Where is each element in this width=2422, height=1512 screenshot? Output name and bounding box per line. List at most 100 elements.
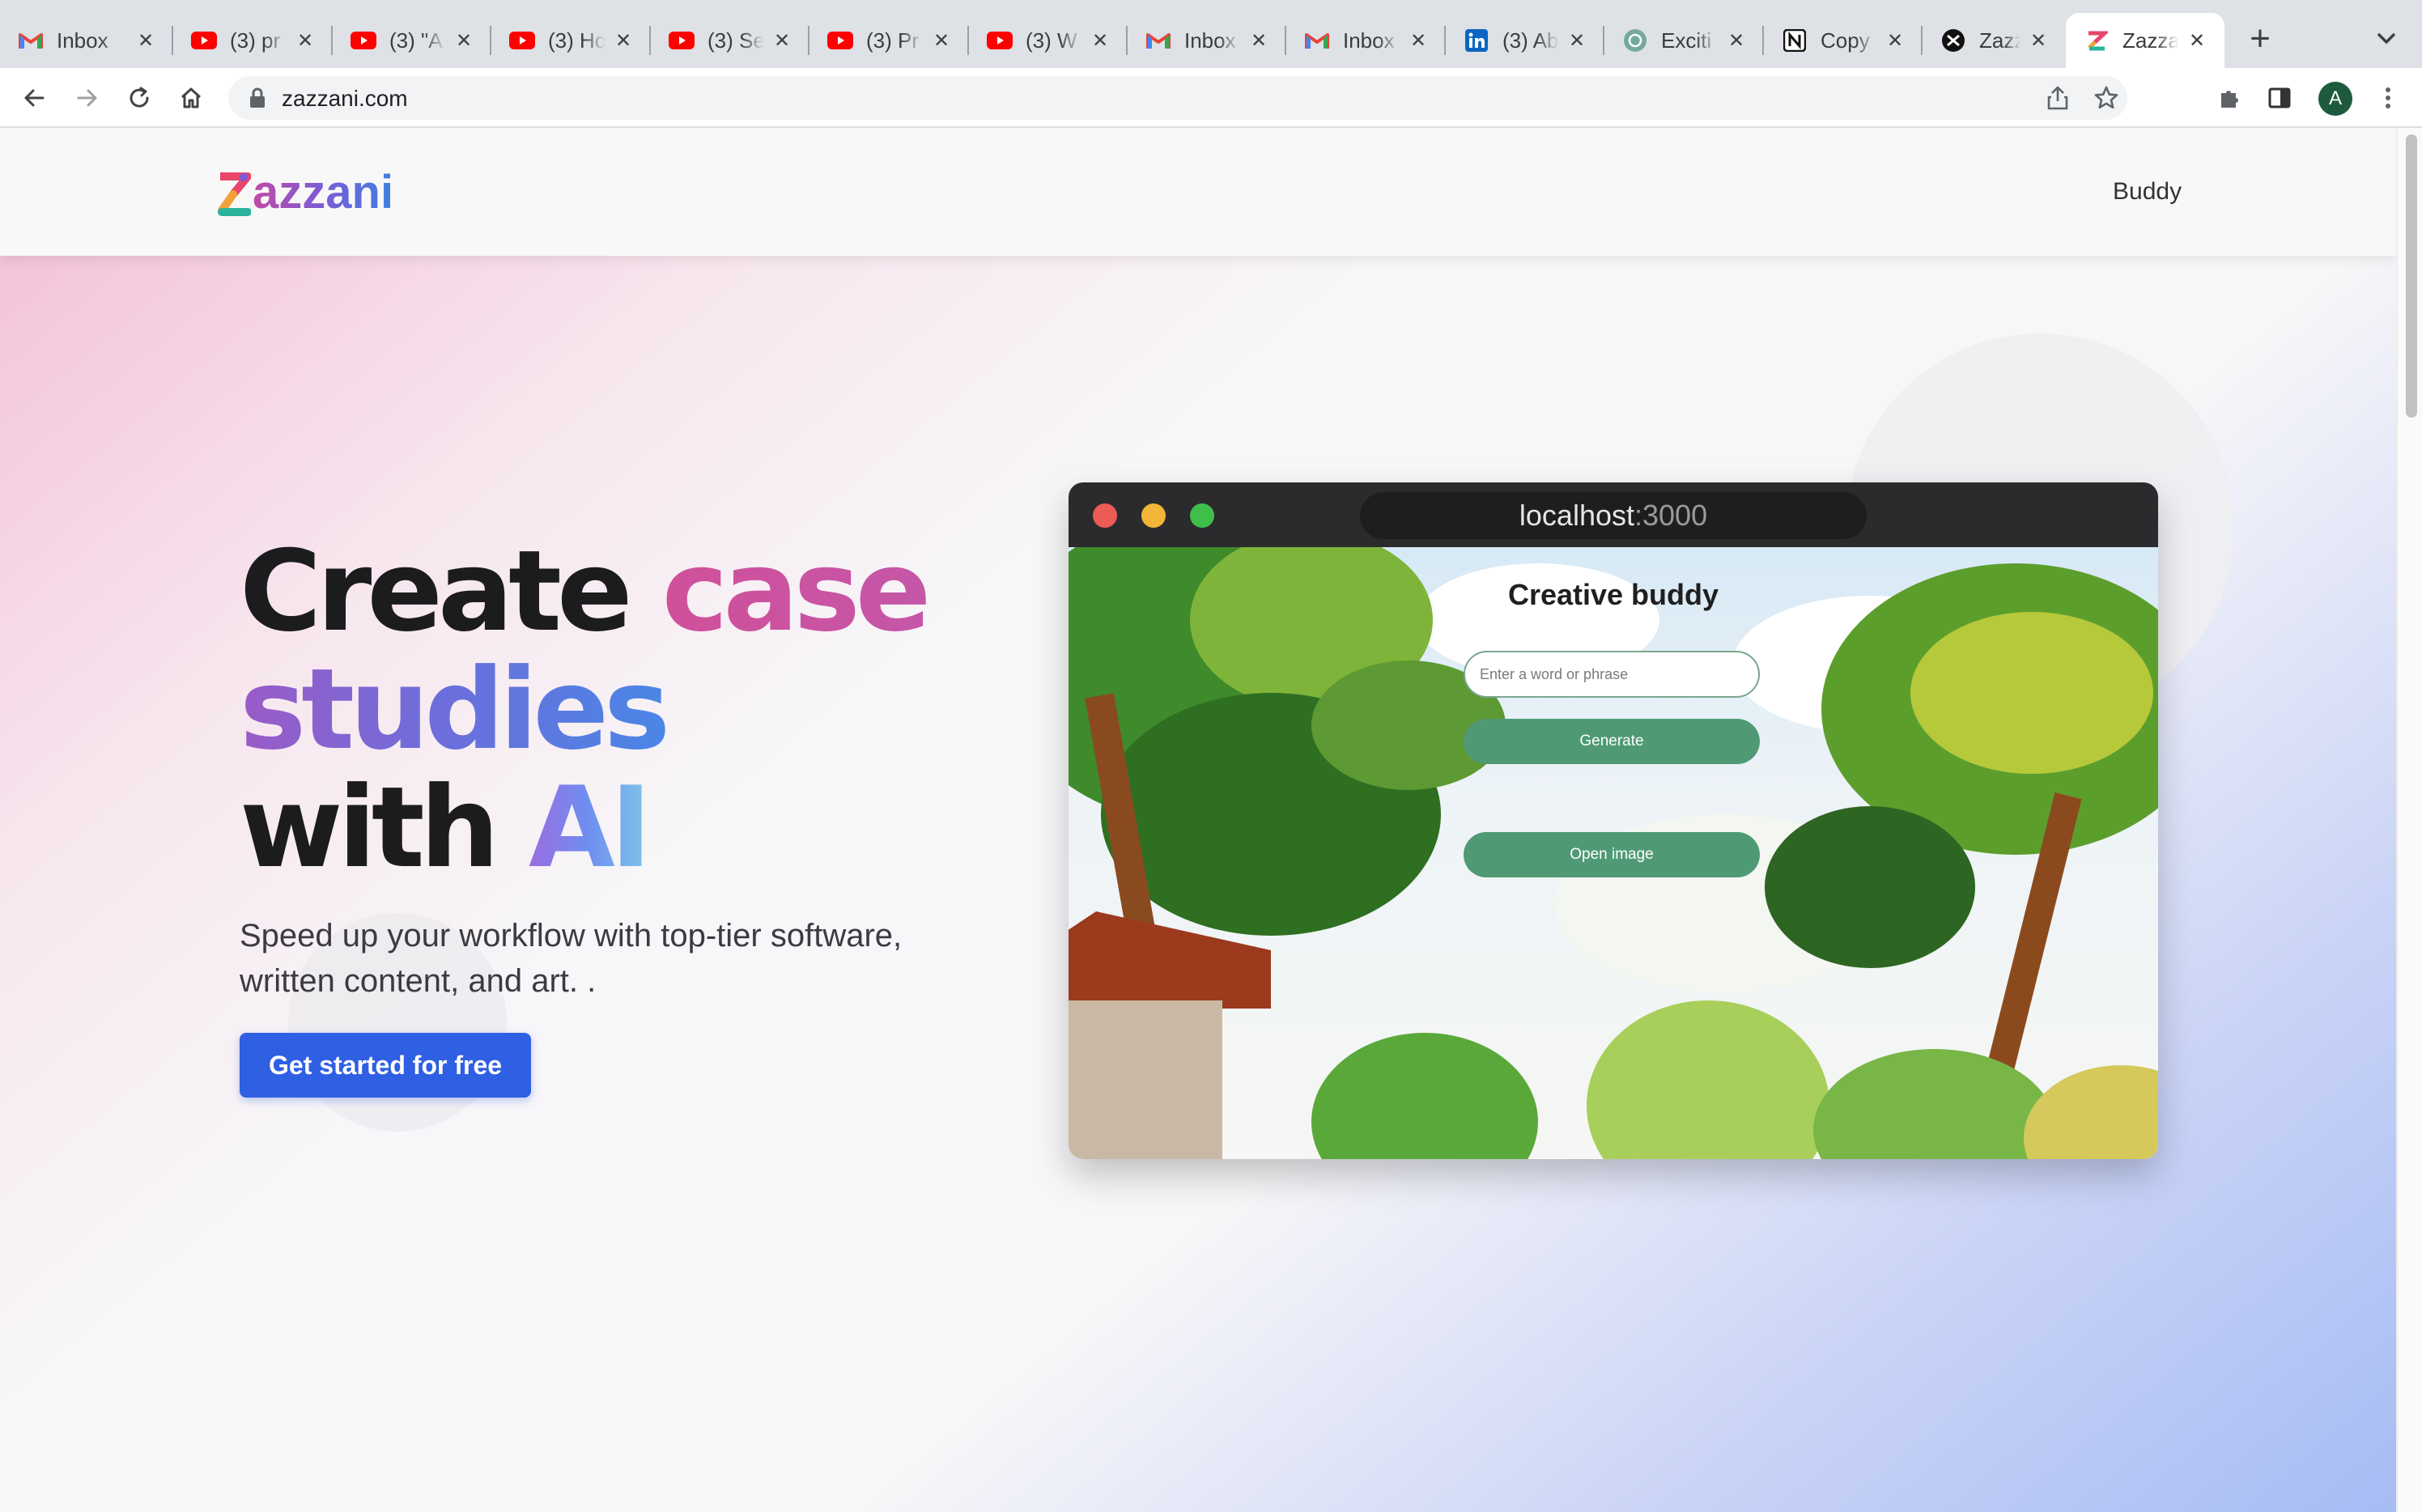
gmail-icon — [18, 28, 44, 53]
tab-title: (3) Pr — [866, 28, 919, 53]
app-preview-window: localhost:3000 Creative buddy Enter a wo… — [1069, 482, 2158, 1159]
hero-word-create: Create — [240, 526, 633, 656]
browser-tab[interactable]: Inbox ✕ — [1128, 13, 1286, 68]
browser-tab[interactable]: (3) Ho ✕ — [491, 13, 651, 68]
tab-close-icon[interactable]: ✕ — [1725, 29, 1748, 52]
home-icon[interactable] — [175, 82, 207, 114]
tab-close-icon[interactable]: ✕ — [1407, 29, 1430, 52]
linkedin-icon — [1464, 28, 1489, 53]
tab-title: Copy — [1821, 28, 1870, 53]
hero-subtitle: Speed up your workflow with top-tier sof… — [240, 913, 968, 1004]
browser-tab[interactable]: (3) Ab ✕ — [1446, 13, 1604, 68]
forest-illustration: Creative buddy Enter a word or phrase Ge… — [1069, 547, 2158, 1159]
scrollbar-thumb[interactable] — [2406, 134, 2417, 418]
back-arrow-icon[interactable] — [18, 82, 50, 114]
tab-close-icon[interactable]: ✕ — [134, 29, 157, 52]
tab-strip: Inbox ✕ (3) pr ✕ (3) "A ✕ (3) Ho ✕ (3) Se ✕ (3) Pr… — [0, 0, 2422, 68]
tab-close-icon[interactable]: ✕ — [2027, 29, 2050, 52]
tab-close-icon[interactable]: ✕ — [930, 29, 953, 52]
tab-close-icon[interactable]: ✕ — [612, 29, 635, 52]
lock-icon[interactable] — [248, 87, 267, 108]
hero-title-line-1: Create case — [240, 533, 931, 651]
browser-tab[interactable]: Exciti ✕ — [1604, 13, 1764, 68]
tab-title: Inbox — [1343, 28, 1395, 53]
tab-title: Exciti — [1661, 28, 1712, 53]
zazzani-z-icon — [218, 172, 251, 216]
tab-close-icon[interactable]: ✕ — [294, 29, 317, 52]
site-header: azzani Buddy — [0, 128, 2396, 256]
hero-title-line-3: with AI — [240, 769, 926, 887]
profile-avatar[interactable]: A — [2318, 82, 2352, 116]
new-tab-button[interactable]: + — [2241, 21, 2280, 60]
tab-close-icon[interactable]: ✕ — [453, 29, 475, 52]
zazzani-logo[interactable]: azzani — [217, 165, 393, 217]
tab-title: (3) Ho — [548, 28, 606, 53]
tab-search-chevron-icon[interactable] — [2372, 24, 2401, 53]
hero-title-line-2: studies — [240, 651, 926, 769]
bush — [1311, 1033, 1538, 1159]
browser-tab[interactable]: (3) pr ✕ — [173, 13, 333, 68]
browser-tab[interactable]: Copy ✕ — [1764, 13, 1923, 68]
preview-url-host: localhost — [1519, 499, 1634, 532]
zazzani-dark-icon — [1940, 28, 1966, 53]
preview-window-titlebar: localhost:3000 — [1069, 482, 2158, 547]
open-image-button[interactable]: Open image — [1464, 832, 1760, 877]
youtube-icon — [987, 28, 1013, 53]
tab-title: (3) "A — [389, 28, 443, 53]
browser-tab[interactable]: (3) Pr ✕ — [809, 13, 969, 68]
kebab-menu-icon[interactable] — [2372, 82, 2404, 114]
side-panel-icon[interactable] — [2263, 82, 2296, 114]
generate-button[interactable]: Generate — [1464, 719, 1760, 764]
tab-title: (3) Se — [707, 28, 764, 53]
browser-tab[interactable]: Zazza ✕ — [2066, 13, 2224, 68]
browser-tab[interactable]: Inbox ✕ — [1286, 13, 1446, 68]
tab-close-icon[interactable]: ✕ — [1884, 29, 1906, 52]
preview-url-bar: localhost:3000 — [1360, 492, 1867, 539]
address-url: zazzani.com — [282, 86, 408, 111]
tab-title: Inbox — [1184, 28, 1236, 53]
tab-title: Inbox — [57, 28, 108, 53]
extensions-puzzle-icon[interactable] — [2213, 82, 2246, 114]
hero-subtitle-line-2: written content, and art. . — [240, 963, 597, 999]
tab-close-icon[interactable]: ✕ — [1089, 29, 1111, 52]
bookmark-star-icon[interactable] — [2090, 82, 2122, 114]
tab-close-icon[interactable]: ✕ — [2186, 29, 2208, 52]
gmail-icon — [1304, 28, 1330, 53]
creative-buddy-title: Creative buddy — [1507, 578, 1719, 611]
word-or-phrase-input[interactable]: Enter a word or phrase — [1464, 651, 1760, 698]
tab-title: (3) W — [1026, 28, 1077, 53]
get-started-button[interactable]: Get started for free — [240, 1033, 531, 1098]
hero-word-with: with — [240, 762, 499, 893]
tab-title: (3) pr — [230, 28, 281, 53]
tab-close-icon[interactable]: ✕ — [771, 29, 793, 52]
youtube-icon — [669, 28, 695, 53]
nav-link-buddy[interactable]: Buddy — [2113, 178, 2182, 206]
reload-icon[interactable] — [123, 82, 155, 114]
web-page: azzani Buddy Create case studies with AI… — [0, 128, 2396, 1512]
tab-title: (3) Ab — [1502, 28, 1559, 53]
openai-icon — [1622, 28, 1648, 53]
browser-tab[interactable]: (3) Se ✕ — [651, 13, 809, 68]
forward-arrow-icon[interactable] — [71, 82, 104, 114]
hero-subtitle-line-1: Speed up your workflow with top-tier sof… — [240, 918, 903, 953]
tab-close-icon[interactable]: ✕ — [1566, 29, 1588, 52]
page-scrollbar[interactable] — [2396, 128, 2422, 1512]
share-icon[interactable] — [2042, 82, 2074, 114]
tree-foliage — [1765, 806, 1975, 968]
browser-tab[interactable]: (3) "A ✕ — [333, 13, 491, 68]
tab-title: Zazza — [2122, 28, 2179, 53]
preview-url-port: :3000 — [1634, 499, 1708, 532]
address-bar[interactable]: zazzani.com — [228, 76, 2127, 120]
close-dot-icon — [1093, 503, 1117, 528]
browser-tab[interactable]: Inbox ✕ — [0, 13, 173, 68]
hero-word-studies: studies — [240, 644, 670, 775]
logo-wordmark: azzani — [253, 166, 394, 219]
browser-tab[interactable]: (3) W ✕ — [969, 13, 1128, 68]
youtube-icon — [509, 28, 535, 53]
tree-foliage — [1910, 612, 2153, 774]
bush — [1587, 1000, 1829, 1159]
tab-close-icon[interactable]: ✕ — [1247, 29, 1270, 52]
browser-tab[interactable]: Zazza ✕ — [1923, 13, 2066, 68]
hero-title: Create case studies with AI — [240, 533, 931, 887]
notion-icon — [1782, 28, 1808, 53]
